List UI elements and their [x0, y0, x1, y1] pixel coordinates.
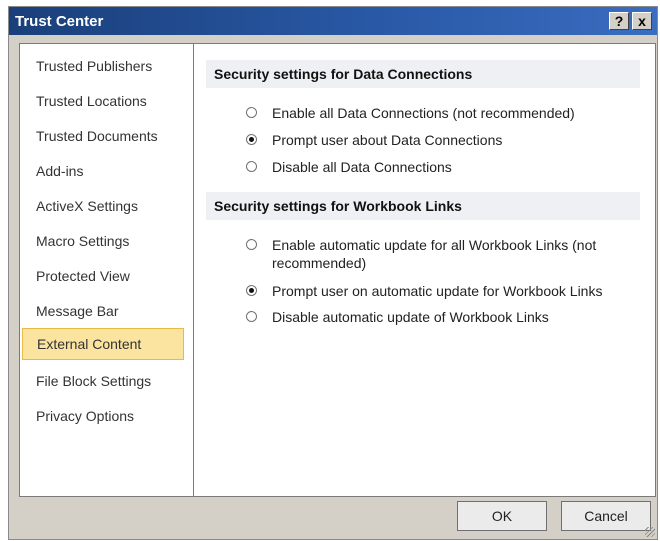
- workbook-links-header: Security settings for Workbook Links: [206, 192, 640, 220]
- sidebar-item-message-bar[interactable]: Message Bar: [22, 295, 184, 327]
- resize-grip-icon[interactable]: [645, 527, 655, 537]
- title-bar[interactable]: Trust Center ? x: [9, 7, 657, 35]
- sidebar-item-privacy-options[interactable]: Privacy Options: [22, 400, 184, 432]
- radio-button[interactable]: [246, 107, 257, 118]
- sidebar-item-trusted-documents[interactable]: Trusted Documents: [22, 120, 184, 152]
- settings-panel: Security settings for Data Connections E…: [193, 43, 656, 497]
- dialog-title: Trust Center: [15, 13, 104, 30]
- radio-button[interactable]: [246, 161, 257, 172]
- close-button[interactable]: x: [632, 12, 652, 30]
- radio-label: Enable automatic update for all Workbook…: [272, 237, 597, 271]
- trust-center-dialog: Trust Center ? x Trusted Publishers Trus…: [8, 6, 658, 540]
- radio-button-checked[interactable]: [246, 134, 257, 145]
- radio-button[interactable]: [246, 239, 257, 250]
- radio-label: Prompt user on automatic update for Work…: [272, 283, 603, 299]
- sidebar-item-trusted-publishers[interactable]: Trusted Publishers: [22, 50, 184, 82]
- data-connections-header: Security settings for Data Connections: [206, 60, 640, 88]
- radio-label: Enable all Data Connections (not recomme…: [272, 105, 575, 121]
- cancel-button[interactable]: Cancel: [561, 501, 651, 531]
- sidebar-item-external-content[interactable]: External Content: [22, 328, 184, 360]
- radio-label: Disable all Data Connections: [272, 159, 452, 175]
- sidebar-item-activex-settings[interactable]: ActiveX Settings: [22, 190, 184, 222]
- help-button[interactable]: ?: [609, 12, 629, 30]
- sidebar-item-macro-settings[interactable]: Macro Settings: [22, 225, 184, 257]
- ok-button[interactable]: OK: [457, 501, 547, 531]
- sidebar-item-protected-view[interactable]: Protected View: [22, 260, 184, 292]
- sidebar-item-file-block-settings[interactable]: File Block Settings: [22, 365, 184, 397]
- radio-button-checked[interactable]: [246, 285, 257, 296]
- radio-label: Prompt user about Data Connections: [272, 132, 503, 148]
- sidebar-item-add-ins[interactable]: Add-ins: [22, 155, 184, 187]
- sidebar-nav: Trusted Publishers Trusted Locations Tru…: [19, 43, 194, 497]
- radio-button[interactable]: [246, 311, 257, 322]
- sidebar-item-trusted-locations[interactable]: Trusted Locations: [22, 85, 184, 117]
- radio-label: Disable automatic update of Workbook Lin…: [272, 309, 549, 325]
